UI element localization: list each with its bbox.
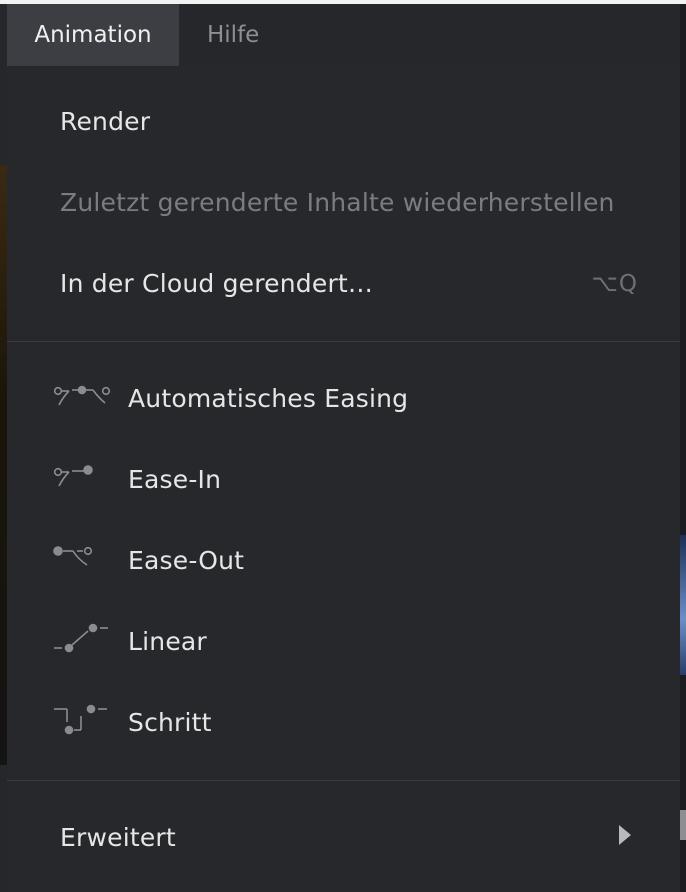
ease-in-icon xyxy=(53,465,93,487)
menu-item-ease-out[interactable]: Ease-Out xyxy=(7,526,680,596)
menu-item-label: Erweitert xyxy=(60,823,176,852)
menu-item-label: Ease-Out xyxy=(128,546,245,575)
menu-item-ease-in[interactable]: Ease-In xyxy=(7,445,680,515)
chevron-right-icon xyxy=(619,825,631,845)
ease-out-icon xyxy=(53,546,93,566)
menu-item-render[interactable]: Render xyxy=(7,87,680,157)
menu-item-label: Ease-In xyxy=(128,465,222,494)
animation-dropdown-menu: Render Zuletzt gerenderte Inhalte wieder… xyxy=(7,66,680,892)
background-canvas-left xyxy=(0,165,7,765)
menu-bar: Animation Hilfe xyxy=(7,4,680,66)
background-panel-right xyxy=(680,810,686,840)
menu-separator xyxy=(7,341,680,342)
linear-icon xyxy=(54,623,108,653)
menu-item-label: Render xyxy=(60,107,151,136)
menu-item-label: Schritt xyxy=(128,708,212,737)
menu-animation[interactable]: Animation xyxy=(7,4,179,66)
menu-item-label: Automatisches Easing xyxy=(128,384,409,413)
menu-hilfe[interactable]: Hilfe xyxy=(207,4,259,66)
menu-item-linear[interactable]: Linear xyxy=(7,607,680,677)
background-canvas-right xyxy=(680,4,686,892)
menu-item-label: Zuletzt gerenderte Inhalte wiederherstel… xyxy=(60,188,615,217)
step-icon xyxy=(54,704,107,735)
menu-item-advanced[interactable]: Erweitert xyxy=(7,803,680,873)
screen: Animation Hilfe Render Zuletzt gerendert… xyxy=(0,0,686,892)
menu-item-cloud-render[interactable]: In der Cloud gerendert… ⌥Q xyxy=(7,249,680,319)
menu-item-restore-renders: Zuletzt gerenderte Inhalte wiederherstel… xyxy=(7,168,680,238)
auto-easing-icon xyxy=(53,385,111,406)
menu-item-step[interactable]: Schritt xyxy=(7,688,680,758)
menu-item-auto-easing[interactable]: Automatisches Easing xyxy=(7,364,680,434)
shortcut-label: ⌥Q xyxy=(591,271,638,297)
menu-item-label: Linear xyxy=(128,627,207,656)
menu-separator xyxy=(7,780,680,781)
menu-item-label: In der Cloud gerendert… xyxy=(60,269,374,298)
background-image-right xyxy=(680,535,686,675)
